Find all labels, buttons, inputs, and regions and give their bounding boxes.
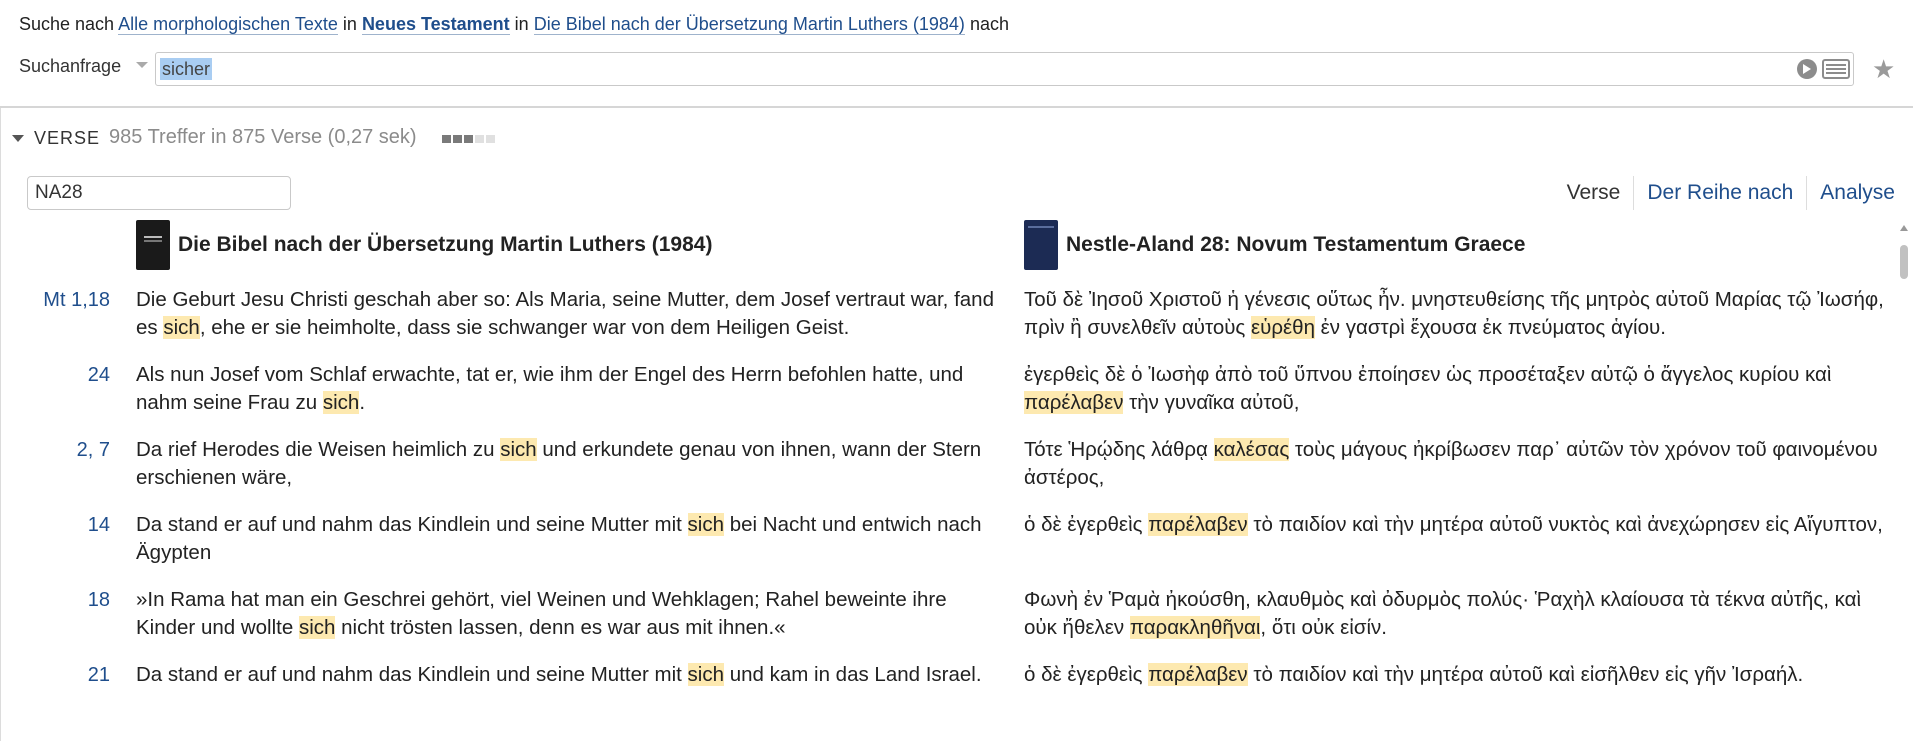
progress-step xyxy=(442,135,451,143)
right-column-title[interactable]: Nestle-Aland 28: Novum Testamentum Graec… xyxy=(1066,233,1525,257)
german-verse-text: Da stand er auf und nahm das Kindlein un… xyxy=(136,511,996,567)
progress-step xyxy=(464,135,473,143)
verse-text-segment: Τότε Ἡρῴδης λάθρᾳ xyxy=(1024,438,1214,461)
scroll-up-icon[interactable] xyxy=(1900,225,1908,231)
verse-text-segment: τὴν γυναῖκα αὐτοῦ, xyxy=(1123,391,1300,414)
luther-bible-cover-icon xyxy=(136,220,170,270)
verse-text-segment: Da rief Herodes die Weisen heimlich zu xyxy=(136,438,501,461)
verse-text-segment: ὁ δὲ ἐγερθεὶς xyxy=(1024,513,1149,536)
verse-row: 18 »In Rama hat man ein Geschrei gehört, … xyxy=(0,586,1890,661)
greek-verse-text: Τότε Ἡρῴδης λάθρᾳ καλέσας τοὺς μάγους ἠκ… xyxy=(1024,436,1890,492)
verse-reference-link[interactable]: 21 xyxy=(88,661,110,689)
verse-text-segment: τὸ παιδίον καὶ τὴν μητέρα αὐτοῦ νυκτὸς κ… xyxy=(1247,513,1883,536)
search-hit-highlight[interactable]: sich xyxy=(298,616,336,639)
verse-reference-link[interactable]: 2, 7 xyxy=(77,436,110,464)
divider xyxy=(0,106,1913,108)
progress-step xyxy=(453,135,462,143)
right-column-header: Nestle-Aland 28: Novum Testamentum Graec… xyxy=(1024,220,1525,270)
greek-verse-text: ὁ δὲ ἐγερθεὶς παρέλαβεν τὸ παιδίον καὶ τ… xyxy=(1024,511,1890,539)
search-input[interactable]: sicher xyxy=(155,52,1854,86)
verse-reference-link[interactable]: 14 xyxy=(88,511,110,539)
left-column-header: Die Bibel nach der Übersetzung Martin Lu… xyxy=(136,220,712,270)
verse-row: 21 Da stand er auf und nahm das Kindlein … xyxy=(0,661,1890,736)
na28-cover-icon xyxy=(1024,220,1058,270)
query-type-dropdown-label[interactable]: Suchanfrage xyxy=(19,56,121,77)
collapse-caret-icon[interactable] xyxy=(12,135,24,142)
query-row: Suchanfrage sicher ★ xyxy=(0,52,1913,96)
star-icon[interactable]: ★ xyxy=(1872,54,1895,84)
search-suffix: nach xyxy=(969,14,1009,34)
search-hit-highlight[interactable]: εὑρέθη xyxy=(1251,316,1315,339)
search-hit-highlight[interactable]: παρακληθῆναι xyxy=(1129,616,1261,639)
version-filter-input[interactable]: NA28 xyxy=(27,176,291,210)
search-prefix: Suche nach xyxy=(19,14,115,34)
german-verse-text: Da stand er auf und nahm das Kindlein un… xyxy=(136,661,996,689)
verse-text-segment: nicht trösten lassen, denn es war aus mi… xyxy=(335,616,786,639)
verse-text-segment: , ὅτι οὐκ εἰσίν. xyxy=(1260,616,1387,639)
search-scope-link[interactable]: Alle morphologischen Texte xyxy=(118,14,338,35)
go-icon[interactable] xyxy=(1797,59,1817,79)
search-hit-highlight[interactable]: παρέλαβεν xyxy=(1024,391,1124,414)
results-title[interactable]: VERSE xyxy=(34,128,100,149)
search-hit-highlight[interactable]: sich xyxy=(687,663,725,686)
results-list: Mt 1,18 Die Geburt Jesu Christi geschah a… xyxy=(0,286,1890,736)
search-in-label: in xyxy=(514,14,529,34)
search-range-link[interactable]: Neues Testament xyxy=(361,14,510,35)
verse-row: 24 Als nun Josef vom Schlaf erwachte, tat… xyxy=(0,361,1890,436)
verse-row: 2, 7 Da rief Herodes die Weisen heimlich … xyxy=(0,436,1890,511)
search-hit-highlight[interactable]: sich xyxy=(163,316,200,339)
verse-text-segment: ὁ δὲ ἐγερθεὶς xyxy=(1024,663,1149,686)
search-hit-highlight[interactable]: sich xyxy=(500,438,537,461)
german-verse-text: Die Geburt Jesu Christi geschah aber so:… xyxy=(136,286,996,342)
chevron-down-icon[interactable] xyxy=(136,62,148,68)
greek-verse-text: Φωνὴ ἐν Ῥαμὰ ἠκούσθη, κλαυθμὸς καὶ ὀδυρμ… xyxy=(1024,586,1890,642)
verse-text-segment: . xyxy=(359,391,366,414)
verse-text-segment: , ehe er sie heimholte, dass sie schwang… xyxy=(199,316,850,339)
search-hit-highlight[interactable]: καλέσας xyxy=(1213,438,1290,461)
keyboard-icon[interactable] xyxy=(1822,59,1850,79)
verse-row: Mt 1,18 Die Geburt Jesu Christi geschah a… xyxy=(0,286,1890,361)
tab-sequence[interactable]: Der Reihe nach xyxy=(1633,176,1806,210)
search-input-value[interactable]: sicher xyxy=(160,58,213,80)
search-hit-highlight[interactable]: sich xyxy=(687,513,725,536)
search-bible-link[interactable]: Die Bibel nach der Übersetzung Martin Lu… xyxy=(533,14,965,35)
progress-step xyxy=(486,135,495,143)
verse-reference-link[interactable]: Mt 1,18 xyxy=(43,286,110,314)
version-filter-value[interactable]: NA28 xyxy=(35,182,83,204)
tab-verse[interactable]: Verse xyxy=(1554,176,1634,210)
scrollbar[interactable] xyxy=(1899,225,1909,741)
tab-analysis[interactable]: Analyse xyxy=(1806,176,1895,210)
verse-text-segment: und kam in das Land Israel. xyxy=(724,663,982,686)
view-tabs: Verse Der Reihe nach Analyse xyxy=(1554,176,1895,210)
results-summary: 985 Treffer in 875 Verse (0,27 sek) xyxy=(109,126,417,148)
greek-verse-text: ὁ δὲ ἐγερθεὶς παρέλαβεν τὸ παιδίον καὶ τ… xyxy=(1024,661,1890,689)
search-in-label: in xyxy=(342,14,357,34)
search-hit-highlight[interactable]: παρέλαβεν xyxy=(1148,663,1248,686)
verse-text-segment: Da stand er auf und nahm das Kindlein un… xyxy=(136,513,688,536)
verse-reference-link[interactable]: 18 xyxy=(88,586,110,614)
verse-text-segment: ἐν γαστρὶ ἔχουσα ἐκ πνεύματος ἁγίου. xyxy=(1314,316,1666,339)
left-column-title[interactable]: Die Bibel nach der Übersetzung Martin Lu… xyxy=(178,233,712,257)
search-description: Suche nach Alle morphologischen Texte in… xyxy=(19,14,1009,35)
verse-text-segment: ἐγερθεὶς δὲ ὁ Ἰωσὴφ ἀπὸ τοῦ ὕπνου ἐποίησ… xyxy=(1024,363,1832,386)
german-verse-text: Da rief Herodes die Weisen heimlich zu s… xyxy=(136,436,996,492)
verse-text-segment: Als nun Josef vom Schlaf erwachte, tat e… xyxy=(136,363,964,414)
verse-text-segment: τὸ παιδίον καὶ τὴν μητέρα αὐτοῦ καὶ εἰσῆ… xyxy=(1247,663,1804,686)
search-hit-highlight[interactable]: sich xyxy=(322,391,360,414)
progress-step xyxy=(475,135,484,143)
greek-verse-text: Τοῦ δὲ Ἰησοῦ Χριστοῦ ἡ γένεσις οὕτως ἦν.… xyxy=(1024,286,1890,342)
verse-text-segment: Da stand er auf und nahm das Kindlein un… xyxy=(136,663,688,686)
progress-indicator xyxy=(442,135,502,143)
greek-verse-text: ἐγερθεὶς δὲ ὁ Ἰωσὴφ ἀπὸ τοῦ ὕπνου ἐποίησ… xyxy=(1024,361,1890,417)
search-hit-highlight[interactable]: παρέλαβεν xyxy=(1148,513,1248,536)
german-verse-text: »In Rama hat man ein Geschrei gehört, vi… xyxy=(136,586,996,642)
verse-reference-link[interactable]: 24 xyxy=(88,361,110,389)
scrollbar-thumb[interactable] xyxy=(1900,245,1908,279)
verse-row: 14 Da stand er auf und nahm das Kindlein … xyxy=(0,511,1890,586)
german-verse-text: Als nun Josef vom Schlaf erwachte, tat e… xyxy=(136,361,996,417)
